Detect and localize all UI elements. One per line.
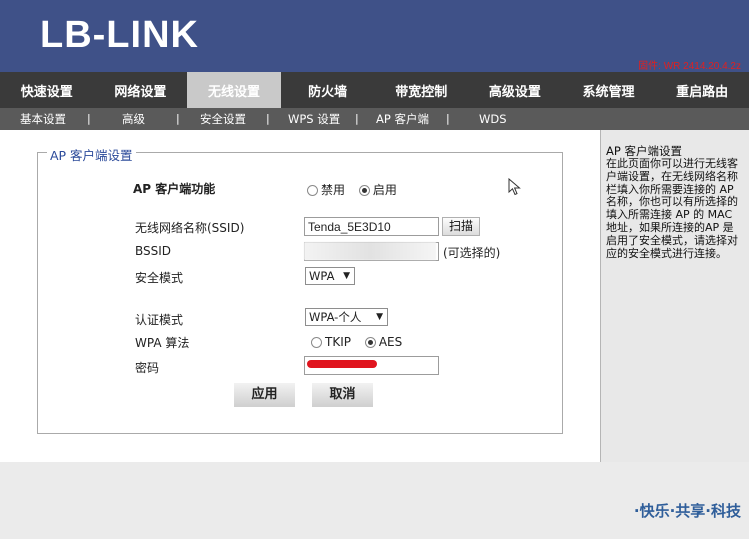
radio-aes-label: AES [378,335,403,349]
dropdown-arrow-icon: ▼ [343,271,350,281]
security-mode-value: WPA [309,269,335,283]
brand-logo: LB-LINK [40,14,199,56]
radio-tkip[interactable] [311,337,322,348]
subnav-separator: | [176,112,180,125]
nav-system-management[interactable]: 系统管理 [562,72,656,108]
subnav-separator: | [446,112,450,125]
auth-mode-select[interactable]: WPA-个人 ▼ [305,308,388,326]
main-nav: 快速设置 网络设置 无线设置 防火墙 带宽控制 高级设置 系统管理 重启路由 [0,72,749,108]
firmware-version: 固件: WR 2414.20.4.2z [638,61,741,72]
password-label: 密码 [135,361,160,375]
subnav-separator: | [355,112,359,125]
mouse-cursor-icon [508,178,521,196]
subnav-advanced[interactable]: 高级 [122,108,145,130]
password-redaction [307,360,377,368]
auth-mode-value: WPA-个人 [309,310,362,324]
footer: ·快乐·共享·科技 [0,462,749,539]
security-mode-label: 安全模式 [135,271,184,285]
header-bar: LB-LINK 固件: WR 2414.20.4.2z [0,0,749,72]
subnav-separator: | [266,112,270,125]
bssid-hint: (可选择的) [443,246,501,260]
bssid-label: BSSID [135,244,172,258]
ap-function-radio-group: 禁用 启用 [307,181,407,198]
wpa-algorithm-radio-group: TKIP AES [311,335,412,349]
nav-quick-setup[interactable]: 快速设置 [0,72,94,108]
radio-disable[interactable] [307,185,318,196]
radio-aes[interactable] [364,337,376,348]
nav-wireless-settings[interactable]: 无线设置 [187,72,281,108]
ssid-input[interactable] [304,217,439,236]
auth-mode-label: 认证模式 [135,313,184,327]
ssid-label: 无线网络名称(SSID) [135,221,245,235]
subnav-security-settings[interactable]: 安全设置 [200,108,246,130]
subnav-basic-settings[interactable]: 基本设置 [20,108,66,130]
sub-nav: 基本设置 | 高级 | 安全设置 | WPS 设置 | AP 客户端 | WDS [0,108,749,130]
help-text: 在此页面你可以进行无线客户端设置，在无线网络名称栏填入你所需要连接的 AP 名称… [606,157,738,260]
radio-tkip-label: TKIP [325,335,351,349]
cancel-button[interactable]: 取消 [312,383,373,407]
wpa-algorithm-label: WPA 算法 [135,336,190,350]
dropdown-arrow-icon: ▼ [376,312,383,322]
radio-disable-label: 禁用 [321,183,346,197]
nav-bandwidth-control[interactable]: 带宽控制 [375,72,469,108]
subnav-wps-settings[interactable]: WPS 设置 [288,108,340,130]
ap-function-label: AP 客户端功能 [133,182,216,196]
ap-client-fieldset [37,152,563,434]
radio-enable-label: 启用 [372,183,397,197]
subnav-wds[interactable]: WDS [479,108,507,130]
subnav-separator: | [87,112,91,125]
security-mode-select[interactable]: WPA ▼ [305,267,355,285]
radio-enable[interactable] [358,185,370,196]
nav-reboot-router[interactable]: 重启路由 [655,72,749,108]
fieldset-legend: AP 客户端设置 [47,145,136,164]
nav-network-settings[interactable]: 网络设置 [94,72,188,108]
apply-button[interactable]: 应用 [234,383,295,407]
bssid-redaction [304,242,436,260]
subnav-ap-client[interactable]: AP 客户端 [376,108,429,130]
scan-button[interactable]: 扫描 [442,217,480,236]
nav-advanced-settings[interactable]: 高级设置 [468,72,562,108]
nav-firewall[interactable]: 防火墙 [281,72,375,108]
footer-slogan: ·快乐·共享·科技 [633,502,741,520]
